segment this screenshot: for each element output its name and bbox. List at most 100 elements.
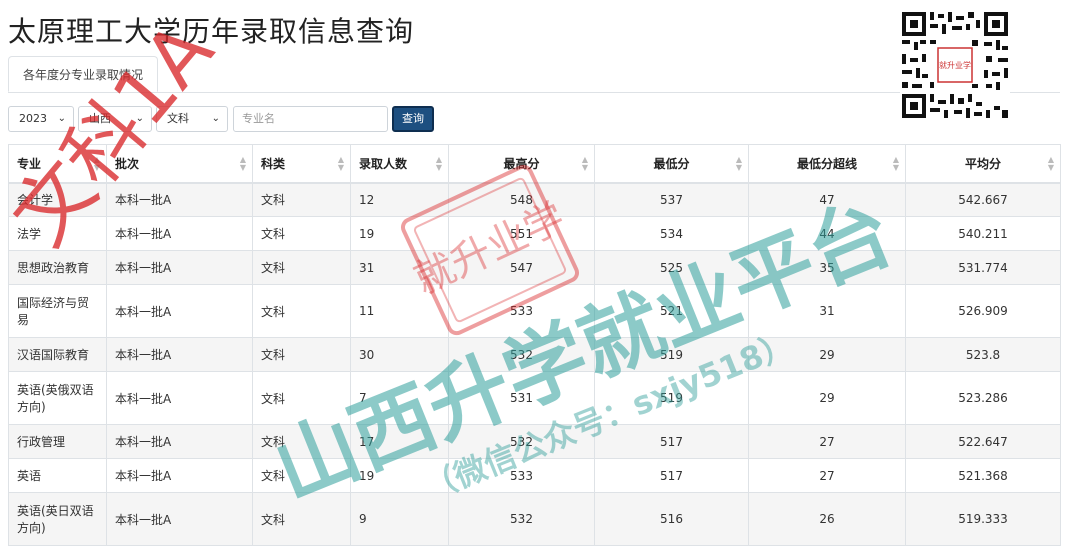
table-cell: 文科	[252, 284, 351, 338]
sort-icon: ▲ ▼	[435, 155, 442, 172]
table-cell: 英语(英日双语方向)	[8, 492, 107, 546]
table-cell: 本科一批A	[106, 337, 253, 372]
table-cell: 思想政治教育	[8, 250, 107, 285]
table-cell: 国际经济与贸易	[8, 284, 107, 338]
table-cell: 523.286	[905, 371, 1061, 425]
province-select-value: 山西	[89, 112, 111, 125]
column-header-label: 批次	[115, 156, 140, 171]
table-cell: 540.211	[905, 216, 1061, 251]
table-cell: 519.333	[905, 492, 1061, 546]
table-cell: 30	[350, 337, 449, 372]
table-cell: 44	[748, 216, 906, 251]
chevron-down-icon: ⌄	[57, 113, 66, 124]
sort-icon: ▲ ▼	[581, 155, 588, 172]
table-cell: 文科	[252, 492, 351, 546]
table-cell: 519	[594, 337, 749, 372]
table-cell: 517	[594, 424, 749, 459]
query-button[interactable]: 查询	[392, 106, 434, 132]
year-select[interactable]: 2023 ⌄	[8, 106, 74, 132]
table-cell: 行政管理	[8, 424, 107, 459]
sort-icon: ▲ ▼	[93, 155, 100, 172]
table-cell: 47	[748, 182, 906, 217]
table-cell: 英语(英俄双语方向)	[8, 371, 107, 425]
table-cell: 532	[448, 424, 595, 459]
table-cell: 文科	[252, 458, 351, 493]
major-search-input[interactable]: 专业名	[233, 106, 388, 132]
admission-table: 专业 ▲ ▼ 批次 ▲ ▼ 科类 ▲ ▼ 录取人数 ▲ ▼ 最高分 ▲ ▼ 最低分 ▲ ▼ 最低分超线 ▲…	[8, 144, 1061, 546]
chevron-down-icon: ⌄	[211, 113, 220, 124]
column-header-category[interactable]: 科类 ▲ ▼	[252, 144, 351, 184]
table-cell: 537	[594, 182, 749, 217]
table-cell: 19	[350, 216, 449, 251]
chevron-down-icon: ⌄	[135, 113, 144, 124]
table-cell: 会计学	[8, 182, 107, 217]
table-cell: 17	[350, 424, 449, 459]
table-cell: 汉语国际教育	[8, 337, 107, 372]
table-row: 英语(英俄双语方向) 本科一批A 文科 7 531 519 29 523.286	[8, 371, 1061, 425]
column-header-batch[interactable]: 批次 ▲ ▼	[106, 144, 253, 184]
table-row: 国际经济与贸易 本科一批A 文科 11 533 521 31 526.909	[8, 284, 1061, 338]
table-cell: 551	[448, 216, 595, 251]
table-cell: 542.667	[905, 182, 1061, 217]
table-cell: 533	[448, 458, 595, 493]
table-cell: 531.774	[905, 250, 1061, 285]
tab-annual-major-admission[interactable]: 各年度分专业录取情况	[8, 56, 159, 92]
table-cell: 11	[350, 284, 449, 338]
table-cell: 525	[594, 250, 749, 285]
table-cell: 文科	[252, 250, 351, 285]
table-row: 英语(英日双语方向) 本科一批A 文科 9 532 516 26 519.333	[8, 492, 1061, 546]
qr-stamp-text: 就升业学	[939, 60, 971, 70]
table-cell: 本科一批A	[106, 250, 253, 285]
column-header-label: 平均分	[964, 156, 1001, 171]
column-header-max-score[interactable]: 最高分 ▲ ▼	[448, 144, 595, 184]
sort-icon: ▲ ▼	[239, 155, 246, 172]
table-cell: 本科一批A	[106, 458, 253, 493]
table-cell: 29	[748, 371, 906, 425]
table-cell: 534	[594, 216, 749, 251]
column-header-average[interactable]: 平均分 ▲ ▼	[905, 144, 1061, 184]
table-cell: 522.647	[905, 424, 1061, 459]
table-cell: 12	[350, 182, 449, 217]
table-row: 会计学 本科一批A 文科 12 548 537 47 542.667	[8, 182, 1061, 217]
column-header-label: 最低分超线	[796, 156, 857, 171]
table-cell: 532	[448, 492, 595, 546]
sort-icon: ▲ ▼	[892, 155, 899, 172]
table-cell: 27	[748, 424, 906, 459]
sort-icon: ▲ ▼	[337, 155, 344, 172]
table-cell: 548	[448, 182, 595, 217]
table-cell: 9	[350, 492, 449, 546]
table-cell: 文科	[252, 424, 351, 459]
column-header-min-score[interactable]: 最低分 ▲ ▼	[594, 144, 749, 184]
table-cell: 523.8	[905, 337, 1061, 372]
table-cell: 533	[448, 284, 595, 338]
table-cell: 532	[448, 337, 595, 372]
table-cell: 法学	[8, 216, 107, 251]
sort-icon: ▲ ▼	[735, 155, 742, 172]
column-header-label: 最低分	[653, 156, 690, 171]
table-cell: 517	[594, 458, 749, 493]
column-header-label: 科类	[261, 156, 286, 171]
table-cell: 文科	[252, 337, 351, 372]
column-header-min-over-line[interactable]: 最低分超线 ▲ ▼	[748, 144, 906, 184]
table-row: 行政管理 本科一批A 文科 17 532 517 27 522.647	[8, 424, 1061, 459]
table-cell: 英语	[8, 458, 107, 493]
table-cell: 本科一批A	[106, 216, 253, 251]
table-cell: 19	[350, 458, 449, 493]
table-cell: 文科	[252, 216, 351, 251]
category-select[interactable]: 文科 ⌄	[156, 106, 228, 132]
table-cell: 本科一批A	[106, 424, 253, 459]
table-cell: 本科一批A	[106, 492, 253, 546]
column-header-label: 专业	[17, 156, 42, 171]
column-header-admitted[interactable]: 录取人数 ▲ ▼	[350, 144, 449, 184]
table-cell: 本科一批A	[106, 284, 253, 338]
table-cell: 本科一批A	[106, 182, 253, 217]
table-cell: 547	[448, 250, 595, 285]
table-cell: 521.368	[905, 458, 1061, 493]
table-cell: 27	[748, 458, 906, 493]
table-header-row: 专业 ▲ ▼ 批次 ▲ ▼ 科类 ▲ ▼ 录取人数 ▲ ▼ 最高分 ▲ ▼ 最低分 ▲ ▼ 最低分超线 ▲…	[8, 144, 1061, 184]
table-cell: 521	[594, 284, 749, 338]
province-select[interactable]: 山西 ⌄	[78, 106, 152, 132]
table-cell: 文科	[252, 371, 351, 425]
table-cell: 29	[748, 337, 906, 372]
column-header-major[interactable]: 专业 ▲ ▼	[8, 144, 107, 184]
